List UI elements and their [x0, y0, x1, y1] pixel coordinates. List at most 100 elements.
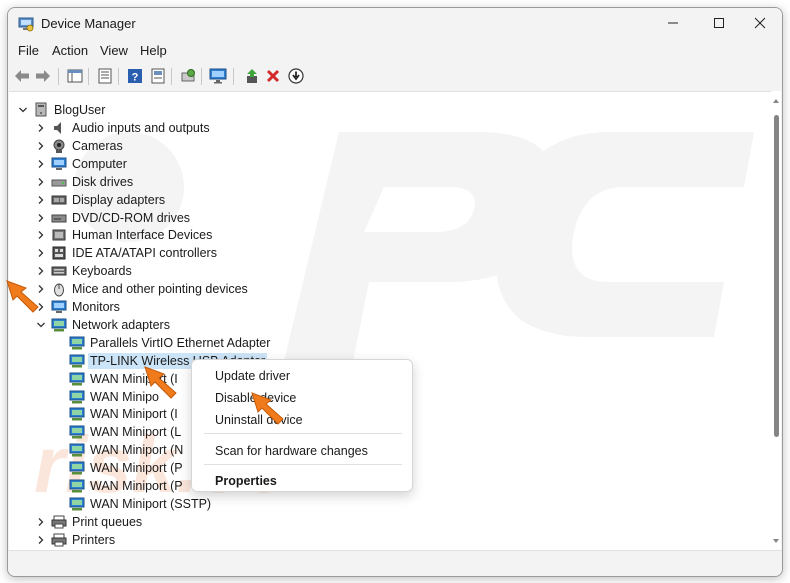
close-icon: [754, 17, 766, 29]
tree-device-network-8[interactable]: WAN Miniport (P: [69, 477, 183, 495]
tree-category-network-adapters[interactable]: Network adapters: [35, 316, 170, 334]
tree-category-audio-inputs-and-outputs[interactable]: Audio inputs and outputs: [35, 119, 210, 137]
help-icon: ?: [128, 69, 142, 84]
title-bar: Device Manager: [8, 8, 782, 40]
expand-chevron-icon[interactable]: [35, 137, 47, 155]
tree-category-cameras[interactable]: Cameras: [35, 137, 123, 155]
help-button[interactable]: ?: [125, 66, 145, 86]
properties-button[interactable]: [95, 66, 115, 86]
uninstall-device-button[interactable]: [263, 66, 283, 86]
network-adapter-icon: [69, 371, 85, 387]
hid-icon: [51, 227, 67, 243]
tree-device-network-2[interactable]: WAN Miniport (I: [69, 370, 178, 388]
tree-device-network-5[interactable]: WAN Miniport (L: [69, 423, 181, 441]
tree-item-label: WAN Miniport (I: [90, 372, 178, 386]
menu-view[interactable]: View: [100, 43, 128, 58]
expand-chevron-icon[interactable]: [35, 513, 47, 531]
device-view-button[interactable]: [148, 66, 168, 86]
disk-drive-icon: [51, 174, 67, 190]
tree-category-mice-and-other-pointing-devices[interactable]: Mice and other pointing devices: [35, 280, 248, 298]
expand-chevron-icon[interactable]: [35, 531, 47, 549]
tree-device-network-6[interactable]: WAN Miniport (N: [69, 441, 183, 459]
tree-item-label: WAN Miniport (P: [90, 461, 183, 475]
tree-category-human-interface-devices[interactable]: Human Interface Devices: [35, 226, 212, 244]
menu-action[interactable]: Action: [52, 43, 88, 58]
tree-item-label: Printers: [72, 533, 116, 547]
tree-category-disk-drives[interactable]: Disk drives: [35, 173, 133, 191]
tree-category-display-adapters[interactable]: Display adapters: [35, 191, 165, 209]
menu-item-disable-device[interactable]: Disable device: [215, 391, 296, 405]
menu-item-uninstall-device[interactable]: Uninstall device: [215, 413, 303, 427]
minimize-button[interactable]: [650, 8, 696, 38]
network-adapter-icon: [69, 460, 85, 476]
tree-item-label: WAN Miniport (SSTP): [90, 497, 212, 511]
back-button[interactable]: [12, 66, 32, 86]
menu-item-scan-hardware[interactable]: Scan for hardware changes: [215, 444, 368, 458]
tree-item-label: Cameras: [72, 139, 123, 153]
device-view-icon: [151, 68, 165, 84]
tree-category-ide-ata-atapi-controllers[interactable]: IDE ATA/ATAPI controllers: [35, 244, 217, 262]
ide-controller-icon: [51, 245, 67, 261]
computer-icon: [51, 156, 67, 172]
tree-item-label: WAN Miniport (N: [90, 443, 184, 457]
network-adapter-icon: [69, 335, 85, 351]
network-adapter-icon: [69, 389, 85, 405]
tree-category-print-queues[interactable]: Print queues: [35, 513, 142, 531]
tree-item-root[interactable]: BlogUser: [17, 101, 105, 119]
scroll-up-icon[interactable]: [772, 97, 780, 105]
expand-chevron-icon[interactable]: [35, 209, 47, 227]
scrollbar-thumb[interactable]: [774, 115, 779, 437]
expand-chevron-icon[interactable]: [35, 262, 47, 280]
forward-button[interactable]: [33, 66, 53, 86]
speaker-icon: [51, 120, 67, 136]
disable-device-button[interactable]: [286, 66, 306, 86]
tree-category-computer[interactable]: Computer: [35, 155, 127, 173]
network-adapter-icon: [69, 353, 85, 369]
expand-chevron-icon[interactable]: [35, 173, 47, 191]
collapse-chevron-icon[interactable]: [17, 101, 29, 119]
expand-chevron-icon[interactable]: [35, 155, 47, 173]
toolbar-separator: [118, 68, 119, 85]
close-button[interactable]: [737, 8, 782, 38]
expand-chevron-icon[interactable]: [35, 119, 47, 137]
tree-item-label: IDE ATA/ATAPI controllers: [72, 246, 217, 260]
collapse-chevron-icon[interactable]: [35, 316, 47, 334]
tree-item-label: Monitors: [72, 300, 120, 314]
printer-icon: [51, 514, 67, 530]
menu-item-properties[interactable]: Properties: [215, 474, 277, 488]
disable-device-icon: [288, 68, 304, 84]
tree-category-monitors[interactable]: Monitors: [35, 298, 120, 316]
expand-chevron-icon[interactable]: [35, 298, 47, 316]
forward-arrow-icon: [36, 70, 50, 82]
menu-file[interactable]: File: [18, 43, 39, 58]
scan-hardware-button[interactable]: [178, 66, 198, 86]
tree-device-network-0[interactable]: Parallels VirtIO Ethernet Adapter: [69, 334, 270, 352]
expand-chevron-icon[interactable]: [35, 244, 47, 262]
update-driver-button[interactable]: [242, 66, 262, 86]
toolbar-separator: [233, 68, 234, 85]
status-bar: [8, 550, 782, 576]
tree-item-label: Mice and other pointing devices: [72, 282, 248, 296]
tree-category-keyboards[interactable]: Keyboards: [35, 262, 132, 280]
maximize-button[interactable]: [696, 8, 742, 38]
tree-device-network-3[interactable]: WAN Minipo: [69, 388, 159, 406]
expand-chevron-icon[interactable]: [35, 191, 47, 209]
tree-item-label: DVD/CD-ROM drives: [72, 211, 191, 225]
expand-chevron-icon[interactable]: [35, 226, 47, 244]
expand-chevron-icon[interactable]: [35, 280, 47, 298]
vertical-scrollbar[interactable]: [771, 91, 781, 550]
tree-device-network-7[interactable]: WAN Miniport (P: [69, 459, 183, 477]
tree-device-network-9[interactable]: WAN Miniport (SSTP): [69, 495, 211, 513]
menu-separator: [204, 433, 402, 434]
monitor-icon: [209, 68, 227, 84]
menu-help[interactable]: Help: [140, 43, 167, 58]
tree-category-printers[interactable]: Printers: [35, 531, 115, 549]
scroll-down-icon[interactable]: [772, 537, 780, 545]
tree-item-label: WAN Miniport (I: [90, 407, 178, 421]
show-hide-console-tree-button[interactable]: [65, 66, 85, 86]
network-adapter-icon: [69, 442, 85, 458]
tree-category-dvd-cd-rom-drives[interactable]: DVD/CD-ROM drives: [35, 209, 190, 227]
tree-device-network-4[interactable]: WAN Miniport (I: [69, 405, 178, 423]
menu-item-update-driver[interactable]: Update driver: [215, 369, 290, 383]
monitor-button[interactable]: [208, 66, 228, 86]
